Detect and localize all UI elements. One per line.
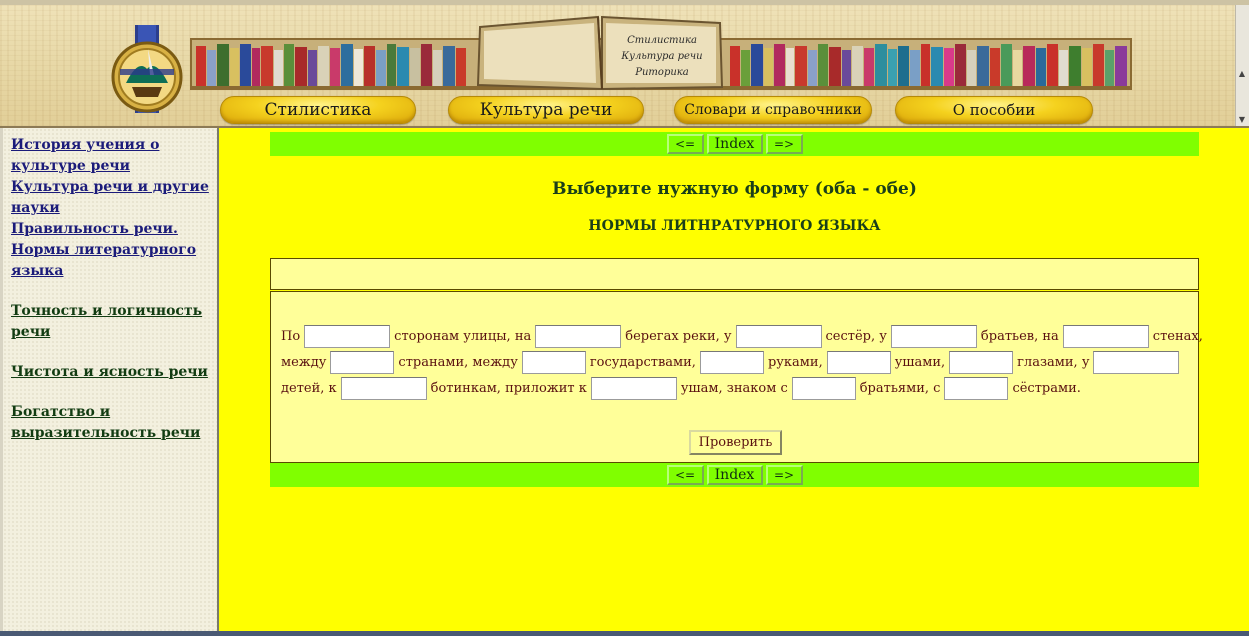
page-subtitle: НОРМЫ ЛИТНРАТУРНОГО ЯЗЫКА <box>588 218 881 234</box>
scroll-down-icon[interactable]: ▼ <box>1236 115 1248 125</box>
answer-input[interactable] <box>1093 351 1180 374</box>
exercise-text: сёстрами. <box>1012 381 1081 396</box>
answer-input[interactable] <box>330 351 395 374</box>
exercise-text: детей, к <box>281 381 337 396</box>
logo-emblem <box>111 25 183 113</box>
open-book-line-1: Стилистика <box>627 35 697 46</box>
exercise-text: глазами, у <box>1017 355 1090 370</box>
next-button[interactable]: => <box>765 465 803 485</box>
answer-input[interactable] <box>590 377 677 400</box>
main-content: <= Index => Выберите нужную форму (оба -… <box>219 128 1249 632</box>
answer-input[interactable] <box>340 377 427 400</box>
exercise-text: странами, между <box>398 355 518 370</box>
exercise-text: государствами, <box>589 355 696 370</box>
sidebar-link-purity[interactable]: Чистота и ясность речи <box>11 362 216 383</box>
prev-button[interactable]: <= <box>666 465 704 485</box>
exercise-text: берегах реки, у <box>625 329 732 344</box>
exercise-text: ботинкам, приложит к <box>430 381 587 396</box>
answer-input[interactable] <box>535 325 622 348</box>
answer-input[interactable] <box>735 325 822 348</box>
browser-window: Стилистика Культура речи Риторика Стилис… <box>0 0 1249 636</box>
exercise-text: По <box>281 329 301 344</box>
answer-input[interactable] <box>791 377 856 400</box>
exercise-line: между странами, между государствами, рук… <box>277 351 1180 374</box>
answer-input[interactable] <box>890 325 977 348</box>
exercise-text: стенах, <box>1152 329 1203 344</box>
answer-input[interactable] <box>949 351 1014 374</box>
pager-bottom: <= Index => <box>270 463 1199 487</box>
nav-button-dictionaries[interactable]: Словари и справочники <box>674 96 872 124</box>
index-button[interactable]: Index <box>706 134 763 154</box>
sidebar-link-accuracy[interactable]: Точность и логичность речи <box>11 301 216 343</box>
answer-input[interactable] <box>304 325 391 348</box>
answer-input[interactable] <box>1062 325 1149 348</box>
open-book-line-3: Риторика <box>634 67 688 78</box>
exercise-text: между <box>281 355 327 370</box>
sidebar-link-richness[interactable]: Богатство и выразительность речи <box>11 402 216 444</box>
sidebar-link-group: История учения о культуре речи Культура … <box>11 135 216 282</box>
answer-input[interactable] <box>826 351 891 374</box>
taskbar <box>0 631 1249 636</box>
sidebar: История учения о культуре речи Культура … <box>0 128 219 632</box>
scroll-up-icon[interactable]: ▲ <box>1236 69 1248 79</box>
answer-input[interactable] <box>699 351 764 374</box>
site-header: Стилистика Культура речи Риторика Стилис… <box>0 0 1249 128</box>
answer-input[interactable] <box>944 377 1009 400</box>
exercise-line: детей, к ботинкам, приложит к ушам, знак… <box>277 377 1085 400</box>
nav-button-stilistika[interactable]: Стилистика <box>220 96 416 124</box>
open-book-illustration: Стилистика Культура речи Риторика <box>476 15 724 91</box>
header-scrollbar[interactable] <box>1235 5 1249 126</box>
sidebar-link-other-sciences[interactable]: Культура речи и другие науки <box>11 177 216 219</box>
nav-button-kultura-rechi[interactable]: Культура речи <box>448 96 644 124</box>
open-book-line-2: Культура речи <box>620 51 702 62</box>
sidebar-link-correctness[interactable]: Правильность речи. Нормы литературного я… <box>11 219 216 282</box>
pager-top: <= Index => <box>270 132 1199 156</box>
sidebar-link-history[interactable]: История учения о культуре речи <box>11 135 216 177</box>
page-title: Выберите нужную форму (оба - обе) <box>552 179 917 199</box>
exercise-text: ушами, <box>894 355 946 370</box>
nav-button-about[interactable]: О пособии <box>895 96 1093 124</box>
answer-input[interactable] <box>521 351 586 374</box>
exercise-text: братьями, с <box>859 381 941 396</box>
check-button[interactable]: Проверить <box>689 430 782 455</box>
exercise-text: сторонам улицы, на <box>394 329 532 344</box>
exercise-text: руками, <box>767 355 823 370</box>
exercise-line: По сторонам улицы, на берегах реки, у се… <box>277 325 1207 348</box>
answer-feedback-box <box>270 258 1199 290</box>
exercise-form: По сторонам улицы, на берегах реки, у се… <box>270 291 1203 463</box>
exercise-text: ушам, знаком с <box>680 381 788 396</box>
next-button[interactable]: => <box>765 134 803 154</box>
exercise-text: сестёр, у <box>825 329 887 344</box>
exercise-text: братьев, на <box>980 329 1059 344</box>
index-button[interactable]: Index <box>706 465 763 485</box>
prev-button[interactable]: <= <box>666 134 704 154</box>
